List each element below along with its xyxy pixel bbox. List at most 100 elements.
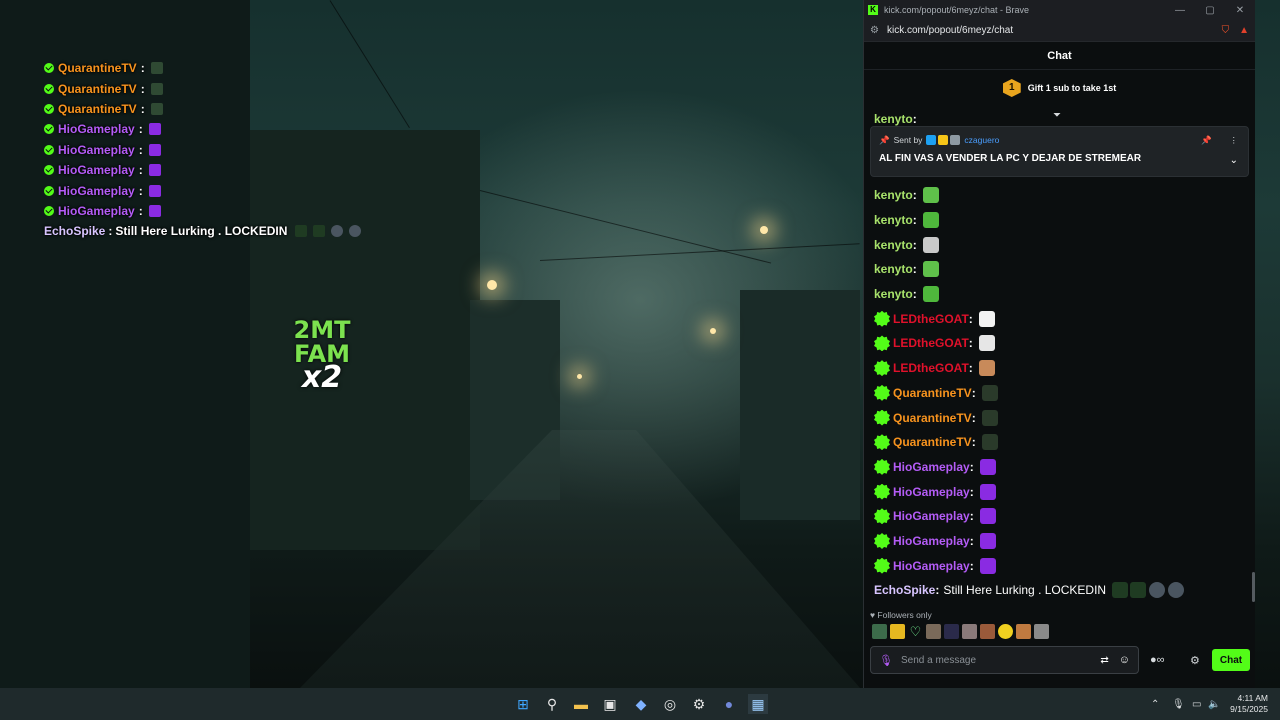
more-options-icon[interactable]: ⋮ xyxy=(1230,135,1239,146)
chat-username[interactable]: kenyto xyxy=(874,188,913,202)
verified-badge-icon xyxy=(874,458,890,475)
brave-shield-icon[interactable]: ⛉ xyxy=(1222,25,1230,36)
mic-icon[interactable]: 🎙 xyxy=(879,654,893,667)
chat-username[interactable]: HioGameplay xyxy=(893,534,970,548)
pinned-sender[interactable]: czaguero xyxy=(964,135,999,145)
unpin-icon[interactable]: 📌 xyxy=(1201,135,1212,146)
2mt-fam-emote-icon[interactable] xyxy=(1130,582,1147,599)
chat-username[interactable]: kenyto xyxy=(874,112,913,126)
kicks-icon[interactable]: ●∞ xyxy=(1150,654,1165,666)
chat-emote-icon[interactable] xyxy=(979,483,996,500)
expand-chevron-icon[interactable]: ⌄ xyxy=(1230,155,1238,166)
minimize-button[interactable]: — xyxy=(1165,5,1195,16)
chat-username[interactable]: HioGameplay xyxy=(893,485,970,499)
network-icon[interactable]: ▭ xyxy=(1192,699,1201,710)
2mt-fam-emote-icon[interactable] xyxy=(1112,582,1129,599)
chat-emote-icon[interactable] xyxy=(979,557,996,574)
chat-username[interactable]: LEDtheGOAT xyxy=(893,361,969,375)
chat-emote-icon[interactable] xyxy=(922,212,939,229)
microsoft-store-icon[interactable]: ▣ xyxy=(600,694,620,714)
mic-tray-icon[interactable]: 🎙 xyxy=(1172,699,1185,710)
chat-colon: : xyxy=(969,484,974,499)
chat-username[interactable]: LEDtheGOAT xyxy=(893,312,969,326)
chat-username[interactable]: HioGameplay xyxy=(893,460,970,474)
tray-chevron-icon[interactable]: ⌃ xyxy=(1151,699,1159,710)
chat-emote-icon[interactable] xyxy=(981,434,998,451)
quick-emote[interactable]: ♡ xyxy=(908,624,923,639)
send-chat-button[interactable]: Chat xyxy=(1212,649,1250,671)
chat-username[interactable]: QuarantineTV xyxy=(893,386,972,400)
quick-emote[interactable] xyxy=(926,624,941,639)
chat-emote-icon[interactable] xyxy=(979,508,996,525)
settings-gear-icon[interactable]: ⚙ xyxy=(1190,654,1200,667)
chat-username[interactable]: kenyto xyxy=(874,262,913,276)
photos-icon[interactable]: ▦ xyxy=(748,694,768,714)
chat-colon: : xyxy=(968,361,973,376)
url-text[interactable]: kick.com/popout/6meyz/chat xyxy=(887,25,1222,36)
chat-message-row: kenyto: xyxy=(864,257,1256,282)
verified-check-icon xyxy=(44,144,54,155)
message-composer[interactable]: 🎙 ⇄ ☺ xyxy=(870,646,1139,674)
chat-username[interactable]: QuarantineTV xyxy=(893,435,972,449)
chat-emote-icon[interactable] xyxy=(979,532,996,549)
chat-colon: : xyxy=(912,213,917,228)
search-icon[interactable]: ⚲ xyxy=(542,694,562,714)
chat-header: Chat xyxy=(864,42,1255,70)
chat-message-row: LEDtheGOAT: xyxy=(864,356,1256,381)
chat-emote-icon[interactable] xyxy=(978,360,995,377)
robot-emote-icon[interactable] xyxy=(1149,582,1166,599)
gift-sub-banner[interactable]: 1 Gift 1 sub to take 1st xyxy=(864,70,1255,106)
quick-emote[interactable] xyxy=(980,624,995,639)
overlay-separator: : xyxy=(138,203,143,218)
chat-emote-icon[interactable] xyxy=(981,409,998,426)
quick-emote[interactable] xyxy=(890,624,905,639)
chat-emote-icon[interactable] xyxy=(922,286,939,303)
chat-emote-icon[interactable] xyxy=(922,187,939,204)
chat-username[interactable]: LEDtheGOAT xyxy=(893,336,969,350)
chat-username[interactable]: kenyto xyxy=(874,238,913,252)
steam-icon[interactable]: ⚙ xyxy=(689,694,709,714)
chat-emote-icon[interactable] xyxy=(978,335,995,352)
quick-emote[interactable] xyxy=(1016,624,1031,639)
scrollbar-thumb[interactable] xyxy=(1252,572,1255,602)
chat-message-row: QuarantineTV: xyxy=(864,381,1256,406)
verified-badge-icon xyxy=(874,310,890,327)
file-explorer-icon[interactable]: ▬ xyxy=(571,694,591,714)
app-icon[interactable]: ◆ xyxy=(631,694,651,714)
taskbar-clock[interactable]: 4:11 AM 9/15/2025 xyxy=(1224,693,1268,715)
obs-icon[interactable]: ◎ xyxy=(660,694,680,714)
chat-username[interactable]: HioGameplay xyxy=(893,559,970,573)
gift-text: Gift 1 sub to take 1st xyxy=(1027,83,1117,93)
verified-badge-icon xyxy=(874,360,890,377)
chat-colon: : xyxy=(969,558,974,573)
volume-icon[interactable]: 🔈 xyxy=(1208,699,1220,710)
chat-emote-icon[interactable] xyxy=(922,261,939,278)
chat-username[interactable]: HioGameplay xyxy=(893,509,970,523)
brave-rewards-icon[interactable]: ▲ xyxy=(1239,25,1249,36)
discord-icon[interactable]: ● xyxy=(719,694,739,714)
quick-emote[interactable] xyxy=(962,624,977,639)
message-input[interactable] xyxy=(900,654,1101,666)
chat-emote-icon[interactable] xyxy=(981,384,998,401)
overlay-chat-row: HioGameplay: xyxy=(44,160,384,180)
chat-emote-icon[interactable] xyxy=(922,236,939,253)
chat-emote-icon[interactable] xyxy=(978,310,995,327)
chat-emote-icon[interactable] xyxy=(979,458,996,475)
maximize-button[interactable]: ▢ xyxy=(1195,5,1225,16)
quick-emote[interactable] xyxy=(1034,624,1049,639)
quick-emote[interactable] xyxy=(872,624,887,639)
emoji-icon[interactable]: ☺ xyxy=(1119,654,1130,666)
start-menu-icon[interactable]: ⊞ xyxy=(513,694,533,714)
quick-emote[interactable] xyxy=(944,624,959,639)
address-bar[interactable]: ⚙ kick.com/popout/6meyz/chat ⛉ ▲ xyxy=(864,20,1255,42)
close-button[interactable]: ✕ xyxy=(1225,5,1255,16)
robot-emote-icon[interactable] xyxy=(1168,582,1185,599)
clock-time: 4:11 AM xyxy=(1237,693,1268,703)
quick-emote[interactable] xyxy=(998,624,1013,639)
site-settings-icon[interactable]: ⚙ xyxy=(870,25,879,36)
chat-username[interactable]: kenyto xyxy=(874,287,913,301)
chat-username[interactable]: EchoSpike xyxy=(874,583,935,597)
chat-username[interactable]: QuarantineTV xyxy=(893,411,972,425)
translate-icon[interactable]: ⇄ xyxy=(1100,655,1108,666)
chat-username[interactable]: kenyto xyxy=(874,213,913,227)
